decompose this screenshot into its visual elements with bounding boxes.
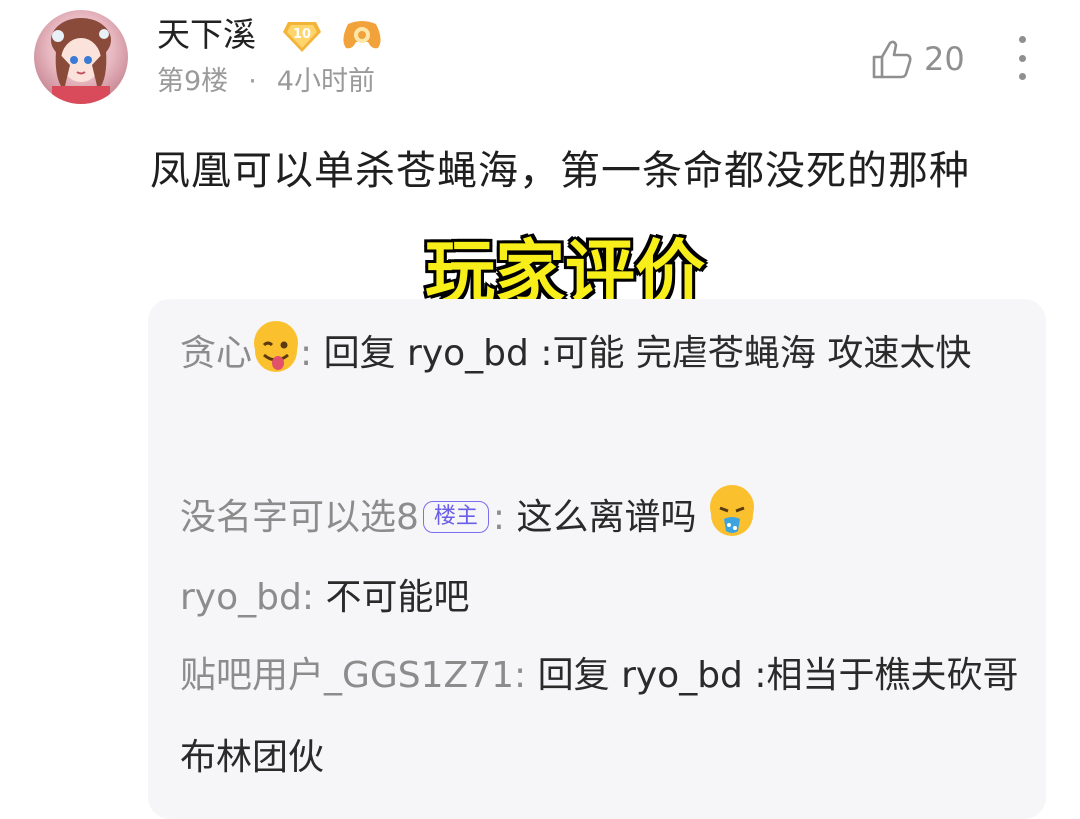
reply-author[interactable]: 贴吧用户_GGS1Z71 — [180, 655, 514, 696]
more-options-icon[interactable] — [1010, 36, 1034, 80]
reply-text: 这么离谱吗 — [516, 497, 697, 538]
like-button[interactable]: 20 — [870, 34, 965, 84]
reply-text: 回复 ryo_bd :可能 完虐苍蝇海 攻速太快 — [323, 333, 972, 374]
username[interactable]: 天下溪 — [157, 15, 256, 55]
reply-item[interactable]: ryo_bd: 不可能吧 — [180, 557, 1020, 639]
reply-author[interactable]: 没名字可以选8 — [180, 497, 419, 538]
gamepad-icon — [340, 18, 384, 52]
reply-separator: : — [492, 497, 506, 538]
host-tag: 楼主 — [422, 501, 489, 533]
avatar-image — [51, 18, 111, 104]
reply-author[interactable]: ryo_bd — [180, 577, 302, 618]
like-count: 20 — [924, 40, 965, 78]
reply-separator: : — [300, 333, 313, 374]
reply-separator: : — [514, 655, 527, 696]
reply-item[interactable]: 贪心: 回复 ryo_bd :可能 完虐苍蝇海 攻速太快 — [180, 313, 1020, 395]
floor-number: 第9楼 — [157, 66, 229, 97]
reply-list: 贪心: 回复 ryo_bd :可能 完虐苍蝇海 攻速太快 没名字可以选8 楼主: … — [148, 299, 1046, 819]
reply-item[interactable]: 贴吧用户_GGS1Z71: 回复 ryo_bd :相当于樵夫砍哥布林团伙 — [180, 635, 1020, 799]
winking-tongue-emoji-icon — [254, 321, 299, 372]
post-content: 凤凰可以单杀苍蝇海，第一条命都没死的那种 — [150, 148, 970, 194]
meta-separator: · — [248, 66, 257, 97]
level-number: 10 — [293, 27, 311, 42]
vomiting-face-emoji-icon — [709, 485, 754, 536]
level-badge: 10 — [282, 18, 322, 54]
reply-author[interactable]: 贪心 — [180, 333, 252, 374]
avatar[interactable] — [34, 10, 128, 104]
reply-separator: : — [301, 577, 314, 618]
thumbs-up-icon — [872, 40, 912, 79]
post-time: 4小时前 — [276, 66, 375, 97]
reply-item[interactable]: 没名字可以选8 楼主: 这么离谱吗 — [180, 477, 1020, 559]
post-meta: 第9楼 · 4小时前 — [157, 64, 375, 100]
reply-text: 不可能吧 — [325, 577, 470, 618]
